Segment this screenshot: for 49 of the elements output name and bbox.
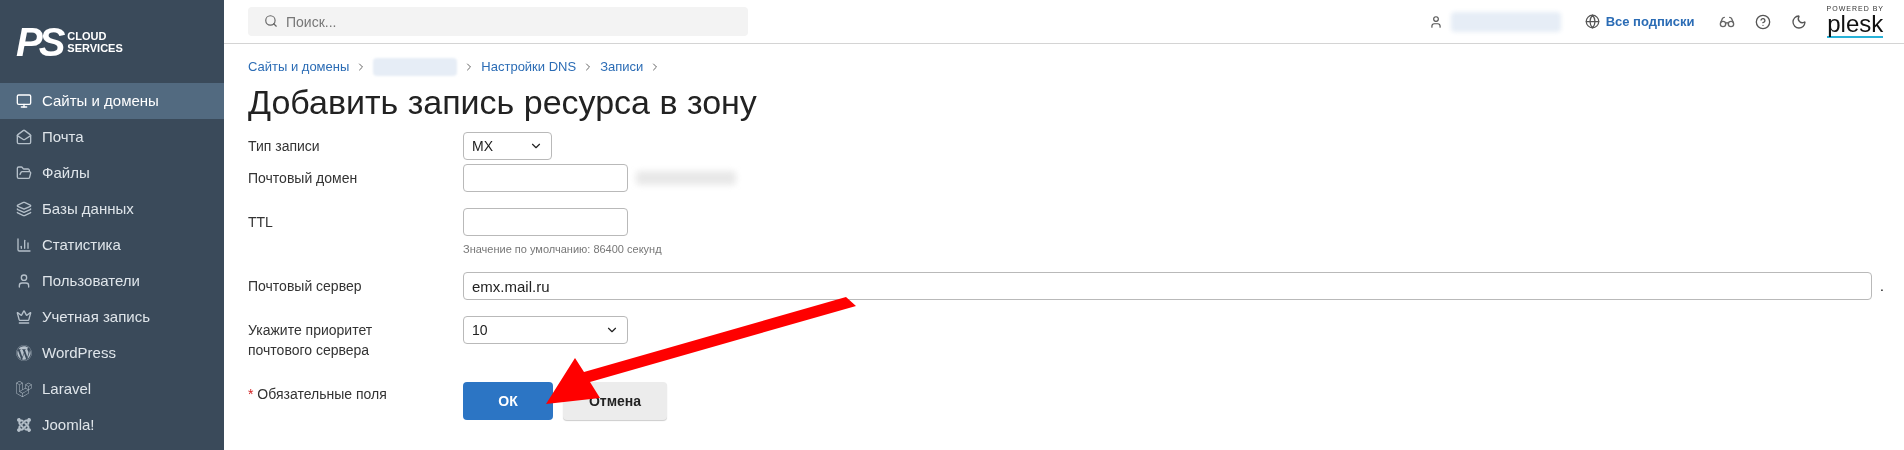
breadcrumb-link[interactable]: Сайты и домены: [248, 57, 350, 77]
logo-text: SERVICES: [67, 41, 123, 54]
envelope-icon: [16, 129, 32, 145]
search-icon: [264, 14, 278, 28]
logo-text: CLOUD: [67, 29, 108, 42]
wordpress-icon: [16, 345, 32, 361]
sidebar-item[interactable]: Файлы: [0, 155, 224, 191]
laravel-icon: [16, 381, 32, 397]
text-input[interactable]: [463, 164, 628, 192]
text-input[interactable]: [463, 208, 628, 236]
logo-mark: PS: [16, 21, 62, 62]
joomla-icon: [16, 417, 32, 433]
field-label: TTL: [248, 213, 274, 232]
subscriptions-link[interactable]: Все подписки: [1605, 11, 1695, 32]
select-dropdown[interactable]: 10: [463, 316, 628, 344]
ok-button[interactable]: ОК: [463, 382, 553, 420]
hint-text: Значение по умолчанию: 86400 секунд: [463, 242, 662, 257]
select-dropdown[interactable]: MX: [463, 132, 552, 160]
sidebar-item[interactable]: Сайты и домены: [0, 83, 224, 119]
help-icon[interactable]: [1754, 13, 1771, 30]
moon-icon[interactable]: [1790, 13, 1807, 30]
sidebar-item[interactable]: Joomla!: [0, 407, 224, 443]
field-label: Почтовый домен: [248, 169, 359, 188]
suffix-text: .: [1880, 276, 1884, 296]
crown-icon: [16, 309, 32, 325]
globe-icon: [1584, 14, 1600, 29]
field-label: Почтовый сервер: [248, 277, 363, 296]
sidebar-item[interactable]: Статистика: [0, 227, 224, 263]
user-icon: [1428, 14, 1443, 29]
layers-icon: [16, 201, 32, 217]
search-field[interactable]: Поиск...: [248, 7, 748, 36]
field-label: Укажите приоритет почтового сервера: [248, 321, 374, 360]
sidebar-item[interactable]: Пользователи: [0, 263, 224, 299]
sidebar-item[interactable]: WordPress: [0, 335, 224, 371]
sidebar-item[interactable]: Laravel: [0, 371, 224, 407]
field-label: Тип записи: [248, 137, 321, 156]
breadcrumb-link[interactable]: Настройки DNS: [481, 57, 577, 77]
plesk-logo: plesk: [1827, 12, 1884, 38]
bar-chart-icon: [16, 237, 32, 253]
sidebar-item[interactable]: Почта: [0, 119, 224, 155]
required-note: * Обязательные поля: [248, 385, 388, 404]
page-title: Добавить запись ресурса в зону: [248, 82, 758, 123]
folder-icon: [16, 165, 32, 181]
sidebar-item[interactable]: Базы данных: [0, 191, 224, 227]
breadcrumb-link[interactable]: Записи: [600, 57, 644, 77]
user-icon: [16, 273, 32, 289]
sidebar-item[interactable]: Учетная запись: [0, 299, 224, 335]
monitor-icon: [16, 93, 32, 109]
text-input[interactable]: emx.mail.ru: [463, 272, 1873, 300]
